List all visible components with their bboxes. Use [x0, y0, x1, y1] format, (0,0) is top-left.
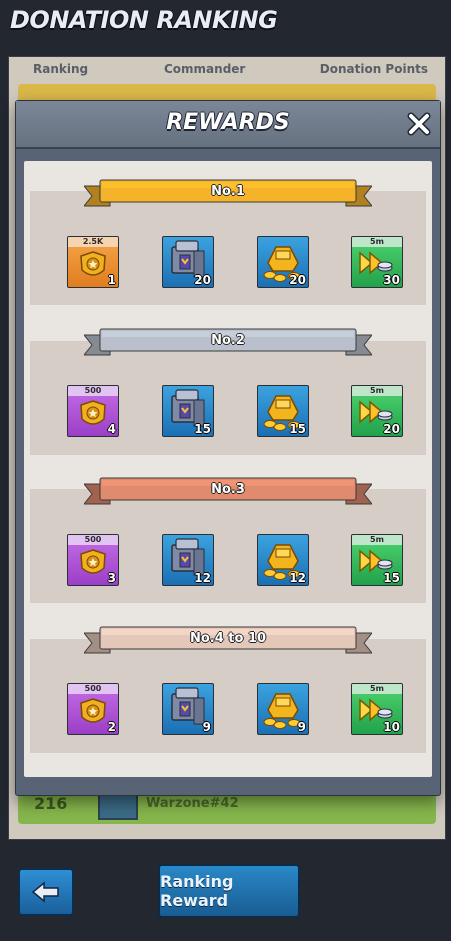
close-button[interactable]: [404, 109, 434, 139]
reward-item[interactable]: 20: [257, 236, 309, 288]
tier-banner: No.3: [84, 476, 372, 506]
item-tag: 5m: [352, 237, 402, 247]
item-quantity: 9: [297, 720, 306, 734]
item-tag: 500: [68, 535, 118, 545]
reward-item[interactable]: 5m 20: [351, 385, 403, 437]
item-quantity: 4: [107, 422, 116, 436]
reward-item[interactable]: 12: [257, 534, 309, 586]
item-quantity: 15: [289, 422, 306, 436]
row-rank: 216: [34, 794, 68, 813]
column-commander: Commander: [164, 62, 246, 76]
reward-item[interactable]: 9: [257, 683, 309, 735]
column-donation-points: Donation Points: [319, 62, 428, 76]
item-tag: 5m: [352, 535, 402, 545]
reward-item[interactable]: 500 4: [67, 385, 119, 437]
avatar: [98, 792, 138, 820]
item-tag: 500: [68, 386, 118, 396]
item-quantity: 3: [107, 571, 116, 585]
modal-title: REWARDS: [166, 110, 290, 135]
rewards-modal: REWARDS No.1 No.2 No.3 No.4 to 10 2.5K 1…: [15, 100, 441, 796]
reward-item[interactable]: 500 2: [67, 683, 119, 735]
reward-item[interactable]: 5m 30: [351, 236, 403, 288]
item-quantity: 12: [289, 571, 306, 585]
column-ranking: Ranking: [33, 62, 89, 76]
row-commander: Warzone#42: [146, 796, 239, 811]
reward-item[interactable]: 9: [162, 683, 214, 735]
reward-item[interactable]: 500 3: [67, 534, 119, 586]
close-icon: [407, 112, 431, 136]
modal-header: REWARDS: [16, 101, 440, 149]
reward-item[interactable]: 5m 10: [351, 683, 403, 735]
reward-item[interactable]: 15: [257, 385, 309, 437]
reward-item[interactable]: 15: [162, 385, 214, 437]
tier-banner: No.4 to 10: [84, 625, 372, 655]
tier-label: No.1: [211, 184, 245, 199]
item-tag: 5m: [352, 684, 402, 694]
item-quantity: 15: [194, 422, 211, 436]
tier-label: No.3: [211, 482, 245, 497]
tier-banner: No.1: [84, 178, 372, 208]
screen-title: DONATION RANKING: [10, 6, 278, 34]
item-quantity: 20: [289, 273, 306, 287]
item-quantity: 2: [107, 720, 116, 734]
item-tag: 2.5K: [68, 237, 118, 247]
reward-item[interactable]: 12: [162, 534, 214, 586]
reward-item[interactable]: 5m 15: [351, 534, 403, 586]
tier-label: No.4 to 10: [189, 631, 267, 646]
tier-banner: No.2: [84, 327, 372, 357]
item-quantity: 12: [194, 571, 211, 585]
item-quantity: 20: [194, 273, 211, 287]
back-button[interactable]: [18, 868, 74, 916]
item-quantity: 10: [383, 720, 400, 734]
reward-item[interactable]: 2.5K 1: [67, 236, 119, 288]
item-tag: 500: [68, 684, 118, 694]
item-quantity: 9: [202, 720, 211, 734]
back-arrow-icon: [31, 881, 59, 903]
item-quantity: 1: [107, 273, 116, 287]
tier-label: No.2: [211, 333, 245, 348]
item-quantity: 30: [383, 273, 400, 287]
item-tag: 5m: [352, 386, 402, 396]
ranking-reward-button[interactable]: Ranking Reward: [158, 864, 300, 918]
rewards-list: No.1 No.2 No.3 No.4 to 10 2.5K 1 20 20 5…: [24, 161, 432, 777]
item-quantity: 20: [383, 422, 400, 436]
item-quantity: 15: [383, 571, 400, 585]
ranking-table-header: Ranking Commander Donation Points: [8, 58, 444, 80]
reward-item[interactable]: 20: [162, 236, 214, 288]
